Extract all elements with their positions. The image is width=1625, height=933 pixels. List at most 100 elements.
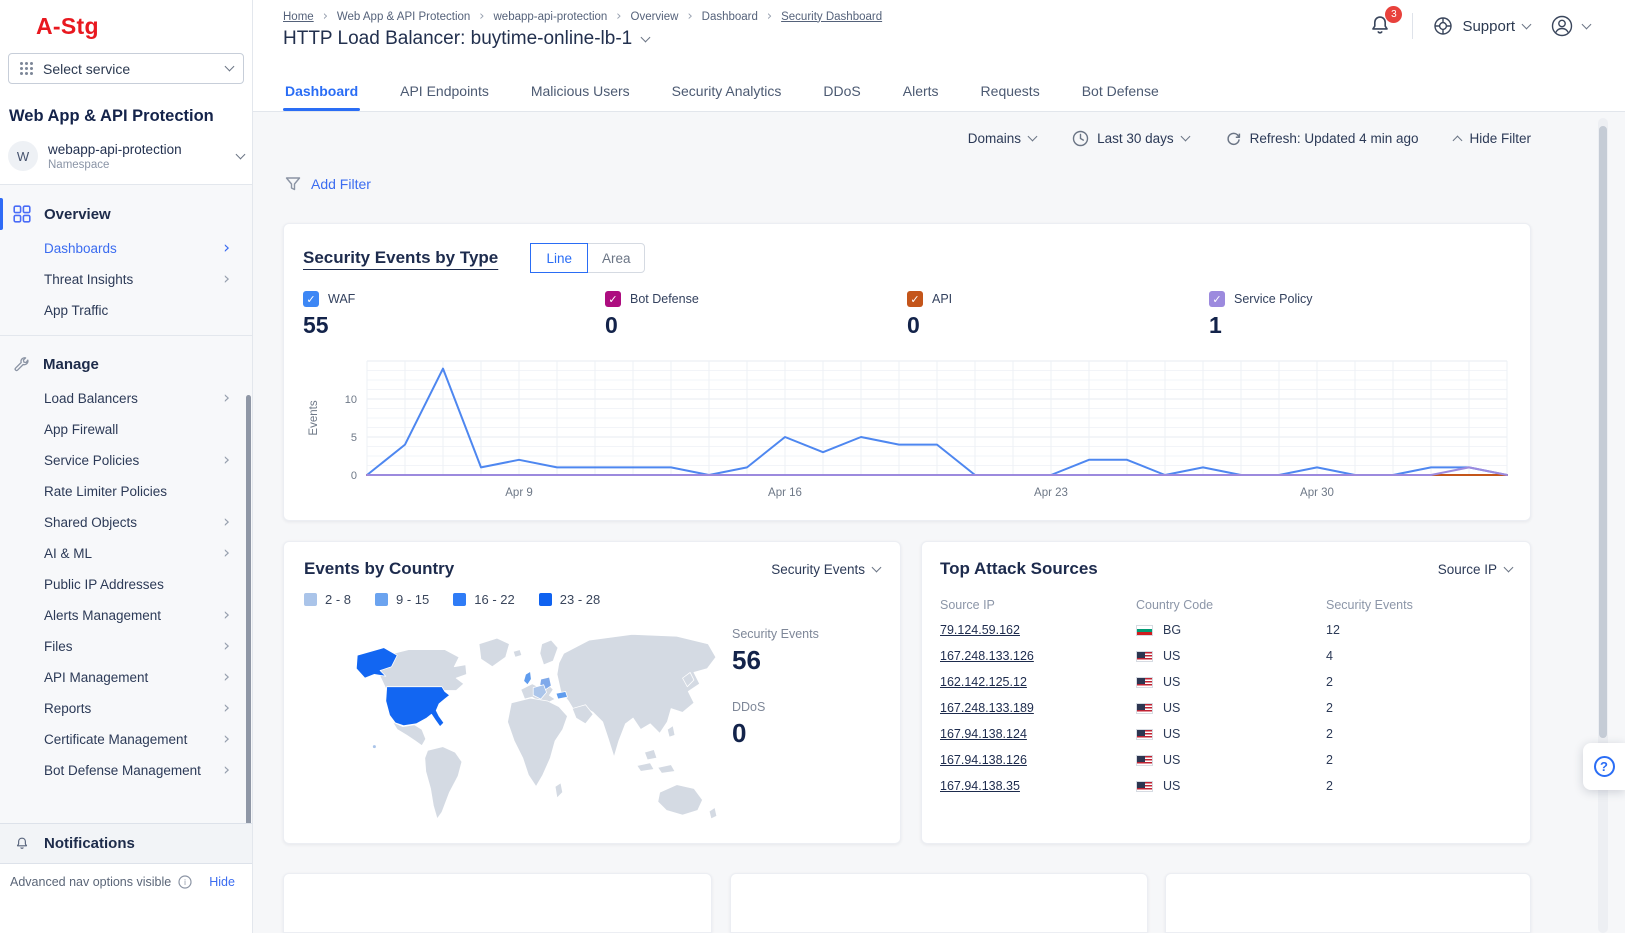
world-map (304, 613, 732, 826)
series-label: Bot Defense (630, 292, 699, 306)
account-menu[interactable] (1549, 13, 1590, 39)
product-title: Web App & API Protection (9, 107, 252, 126)
page-scrollbar-track[interactable] (1598, 118, 1608, 933)
sidebar-item[interactable]: Reports › (0, 693, 252, 724)
add-filter-button[interactable]: Add Filter (284, 175, 1625, 193)
tab[interactable]: Dashboard (283, 74, 360, 111)
country-metric-dropdown[interactable]: Security Events (771, 562, 880, 577)
toggle-button[interactable]: Line (530, 243, 588, 273)
hide-filter-button[interactable]: Hide Filter (1454, 131, 1531, 146)
time-range-label: Last 30 days (1097, 131, 1174, 146)
tab[interactable]: DDoS (821, 74, 862, 111)
sidebar-item[interactable]: AI & ML › (0, 538, 252, 569)
events-line-chart: 0510EventsApr 9Apr 16Apr 23Apr 30 (303, 353, 1511, 501)
tab[interactable]: Malicious Users (529, 74, 632, 111)
sidebar-notifications[interactable]: Notifications (0, 823, 252, 863)
notifications-label: Notifications (44, 835, 135, 852)
breadcrumb-link[interactable]: Overview (631, 11, 679, 23)
breadcrumb-link[interactable]: Dashboard (702, 11, 758, 23)
help-button[interactable]: ? (1583, 743, 1625, 790)
source-ip-link[interactable]: 162.142.125.12 (940, 675, 1136, 689)
sidebar-item[interactable]: App Traffic › (0, 295, 252, 326)
source-ip-link[interactable]: 167.94.138.124 (940, 727, 1136, 741)
breadcrumb-link[interactable]: Security Dashboard (781, 11, 882, 23)
sidebar-spacer (0, 899, 252, 933)
chevron-down-icon (1582, 19, 1592, 29)
nav-section-manage[interactable]: Manage (0, 345, 252, 383)
chart-style-toggle: Line Area (530, 243, 645, 273)
bucket-swatch (304, 593, 317, 606)
col-security-events: Security Events (1326, 598, 1512, 612)
chevron-down-icon (225, 62, 235, 72)
sidebar-item[interactable]: Threat Insights › (0, 264, 252, 295)
sidebar-item[interactable]: Public IP Addresses › (0, 569, 252, 600)
table-row: 167.248.133.189 US 2 (940, 695, 1512, 721)
sidebar-item[interactable]: Bot Defense Management › (0, 755, 252, 786)
sidebar-item-label: Rate Limiter Policies (44, 484, 167, 499)
funnel-icon (284, 175, 302, 193)
chevron-up-icon (1453, 136, 1463, 146)
tab[interactable]: Security Analytics (670, 74, 784, 111)
series-checkbox[interactable]: ✓ (1209, 291, 1225, 307)
source-ip-link[interactable]: 167.94.138.126 (940, 753, 1136, 767)
chevron-right-icon: › (223, 669, 230, 686)
attack-source-dropdown[interactable]: Source IP (1438, 562, 1512, 577)
svg-text:Apr 30: Apr 30 (1300, 487, 1334, 499)
source-ip-link[interactable]: 79.124.59.162 (940, 623, 1136, 637)
country-cell: US (1136, 753, 1326, 767)
domains-dropdown[interactable]: Domains (968, 131, 1036, 146)
table-row: 79.124.59.162 BG 12 (940, 617, 1512, 643)
chevron-right-icon: › (223, 607, 230, 624)
sidebar-item[interactable]: Service Policies › (0, 445, 252, 476)
breadcrumb-link[interactable]: Home (283, 11, 314, 23)
chevron-down-icon[interactable] (641, 32, 651, 42)
breadcrumb-link[interactable]: webapp-api-protection (494, 11, 608, 23)
tab[interactable]: Bot Defense (1080, 74, 1161, 111)
col-country-code: Country Code (1136, 598, 1326, 612)
content-area: Home › Web App & API Protection › webapp… (253, 0, 1625, 933)
refresh-button[interactable]: Refresh: Updated 4 min ago (1225, 130, 1419, 147)
page-scrollbar-thumb[interactable] (1599, 126, 1607, 738)
time-range-dropdown[interactable]: Last 30 days (1072, 130, 1189, 147)
sidebar-item[interactable]: Alerts Management › (0, 600, 252, 631)
notification-badge: 3 (1385, 6, 1402, 23)
tab[interactable]: Alerts (901, 74, 941, 111)
sidebar-item[interactable]: API Management › (0, 662, 252, 693)
security-events-title[interactable]: Security Events by Type (303, 248, 498, 268)
manage-items: Load Balancers › App Firewall › Service … (0, 383, 252, 786)
tab[interactable]: Requests (979, 74, 1042, 111)
sidebar-item-label: Reports (44, 701, 91, 716)
sidebar-item[interactable]: Rate Limiter Policies › (0, 476, 252, 507)
sidebar-item-label: Files (44, 639, 73, 654)
sidebar-item[interactable]: Certificate Management › (0, 724, 252, 755)
stat-block: Security Events 56 (732, 627, 880, 676)
source-ip-link[interactable]: 167.94.138.35 (940, 779, 1136, 793)
sidebar-item[interactable]: Load Balancers › (0, 383, 252, 414)
wrench-icon (13, 356, 30, 373)
sidebar-item[interactable]: App Firewall › (0, 414, 252, 445)
tab[interactable]: API Endpoints (398, 74, 491, 111)
breadcrumb-link[interactable]: Web App & API Protection (337, 11, 470, 23)
svg-text:Apr 16: Apr 16 (768, 487, 802, 499)
source-ip-link[interactable]: 167.248.133.189 (940, 701, 1136, 715)
namespace-selector[interactable]: W webapp-api-protection Namespace (8, 141, 244, 171)
series-checkbox[interactable]: ✓ (907, 291, 923, 307)
bucket-range: 16 - 22 (474, 592, 514, 607)
select-service-dropdown[interactable]: Select service (8, 53, 244, 84)
sidebar-item[interactable]: Dashboards › (0, 233, 252, 264)
nav-section-overview[interactable]: Overview (0, 195, 252, 233)
series-checkbox[interactable]: ✓ (605, 291, 621, 307)
notifications-button[interactable]: 3 (1367, 13, 1393, 39)
hide-advanced-nav-link[interactable]: Hide (209, 875, 235, 889)
series-checkbox[interactable]: ✓ (303, 291, 319, 307)
toggle-button[interactable]: Area (587, 243, 645, 273)
support-menu[interactable]: Support (1432, 15, 1530, 37)
sidebar-item[interactable]: Shared Objects › (0, 507, 252, 538)
country-cell: US (1136, 701, 1326, 715)
bucket-swatch (375, 593, 388, 606)
sidebar-item[interactable]: Files › (0, 631, 252, 662)
sidebar-scrollbar[interactable] (246, 395, 251, 823)
source-ip-link[interactable]: 167.248.133.126 (940, 649, 1136, 663)
country-cell: BG (1136, 623, 1326, 637)
dashboard-row-3 (283, 873, 1531, 933)
